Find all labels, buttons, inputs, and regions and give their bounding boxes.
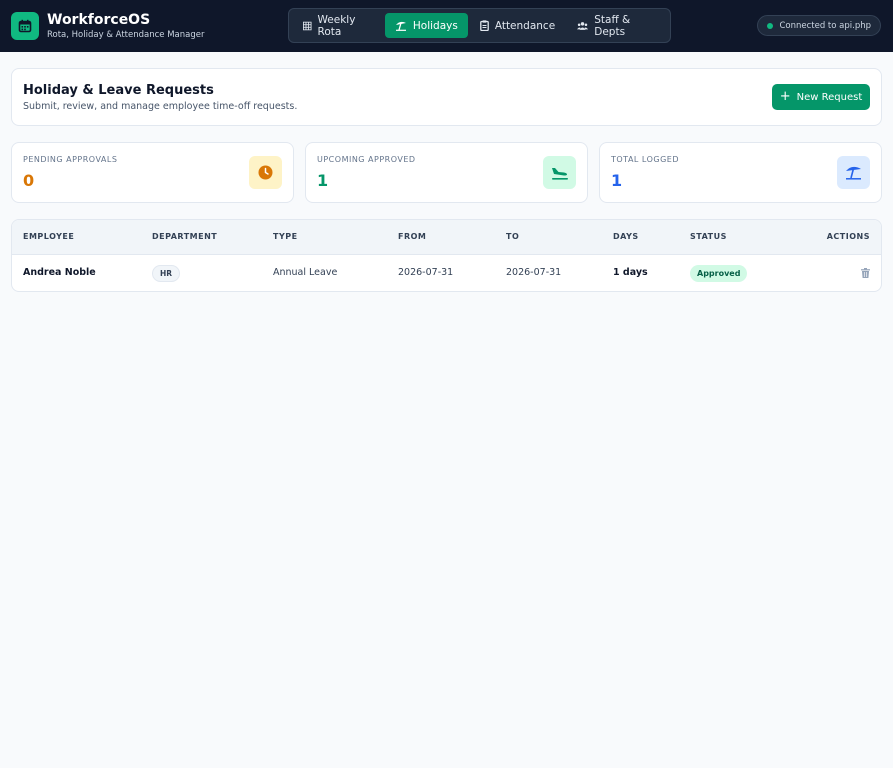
trash-icon[interactable] <box>861 267 870 281</box>
app-subtitle: Rota, Holiday & Attendance Manager <box>47 29 205 40</box>
clipboard-icon <box>479 20 489 31</box>
stat-label: Total Logged <box>611 155 680 164</box>
new-request-button[interactable]: + New Request <box>772 84 870 110</box>
connection-status: Connected to api.php <box>757 15 881 36</box>
days-count: 1 days <box>613 267 648 278</box>
tab-label: Holidays <box>412 19 458 32</box>
page-subtitle: Submit, review, and manage employee time… <box>23 101 298 112</box>
new-request-label: New Request <box>796 91 863 103</box>
column-header: ACTIONS <box>826 232 870 241</box>
column-header[interactable]: FROM <box>398 232 426 241</box>
stat-card-total: Total Logged 1 <box>599 142 882 203</box>
top-header: WorkforceOS Rota, Holiday & Attendance M… <box>0 0 893 52</box>
stat-card-upcoming: Upcoming Approved 1 <box>305 142 588 203</box>
connection-text: Connected to api.php <box>779 20 871 31</box>
stat-value: 0 <box>23 171 35 190</box>
table-row[interactable]: Andrea Noble HR Annual Leave 2026-07-31 … <box>12 255 881 291</box>
employee-name: Andrea Noble <box>23 267 96 278</box>
stat-card-pending: Pending Approvals 0 <box>11 142 294 203</box>
column-header[interactable]: STATUS <box>690 232 727 241</box>
tab-label: Attendance <box>494 19 556 32</box>
brand[interactable]: WorkforceOS Rota, Holiday & Attendance M… <box>11 12 204 41</box>
column-header[interactable]: TYPE <box>273 232 298 241</box>
column-header[interactable]: TO <box>506 232 519 241</box>
stat-value: 1 <box>317 171 329 190</box>
from-date: 2026-07-31 <box>398 267 454 278</box>
requests-table: EMPLOYEE DEPARTMENT TYPE FROM TO DAYS ST… <box>11 219 882 292</box>
stat-label: Upcoming Approved <box>317 155 416 164</box>
stat-value: 1 <box>611 171 623 190</box>
umbrella-beach-icon <box>837 156 870 189</box>
umbrella-beach-icon <box>395 21 406 31</box>
tab-label: Weekly Rota <box>317 13 356 38</box>
page-title: Holiday & Leave Requests <box>23 83 214 98</box>
tab-label: Staff & Depts <box>594 13 631 38</box>
table-header: EMPLOYEE DEPARTMENT TYPE FROM TO DAYS ST… <box>12 220 881 255</box>
plane-landing-icon <box>543 156 576 189</box>
column-header[interactable]: DEPARTMENT <box>152 232 217 241</box>
status-badge: Approved <box>690 265 748 282</box>
to-date: 2026-07-31 <box>506 267 562 278</box>
column-header[interactable]: DAYS <box>613 232 639 241</box>
status-dot-icon <box>767 22 774 29</box>
table-icon <box>303 21 312 30</box>
calendar-icon <box>11 12 39 40</box>
users-icon <box>577 21 589 30</box>
app-title: WorkforceOS <box>47 11 151 28</box>
main-nav: Weekly Rota Holidays Attendance Staff & … <box>288 8 671 43</box>
tab-attendance[interactable]: Attendance <box>470 13 565 38</box>
department-badge: HR <box>152 265 181 282</box>
stat-label: Pending Approvals <box>23 155 118 164</box>
tab-staff-depts[interactable]: Staff & Depts <box>567 13 664 38</box>
plus-icon: + <box>779 89 791 104</box>
clock-icon <box>249 156 282 189</box>
tab-weekly-rota[interactable]: Weekly Rota <box>293 13 383 38</box>
column-header[interactable]: EMPLOYEE <box>23 232 74 241</box>
tab-holidays[interactable]: Holidays <box>384 13 468 38</box>
page-header-card: Holiday & Leave Requests Submit, review,… <box>11 68 882 126</box>
leave-type: Annual Leave <box>273 267 338 278</box>
